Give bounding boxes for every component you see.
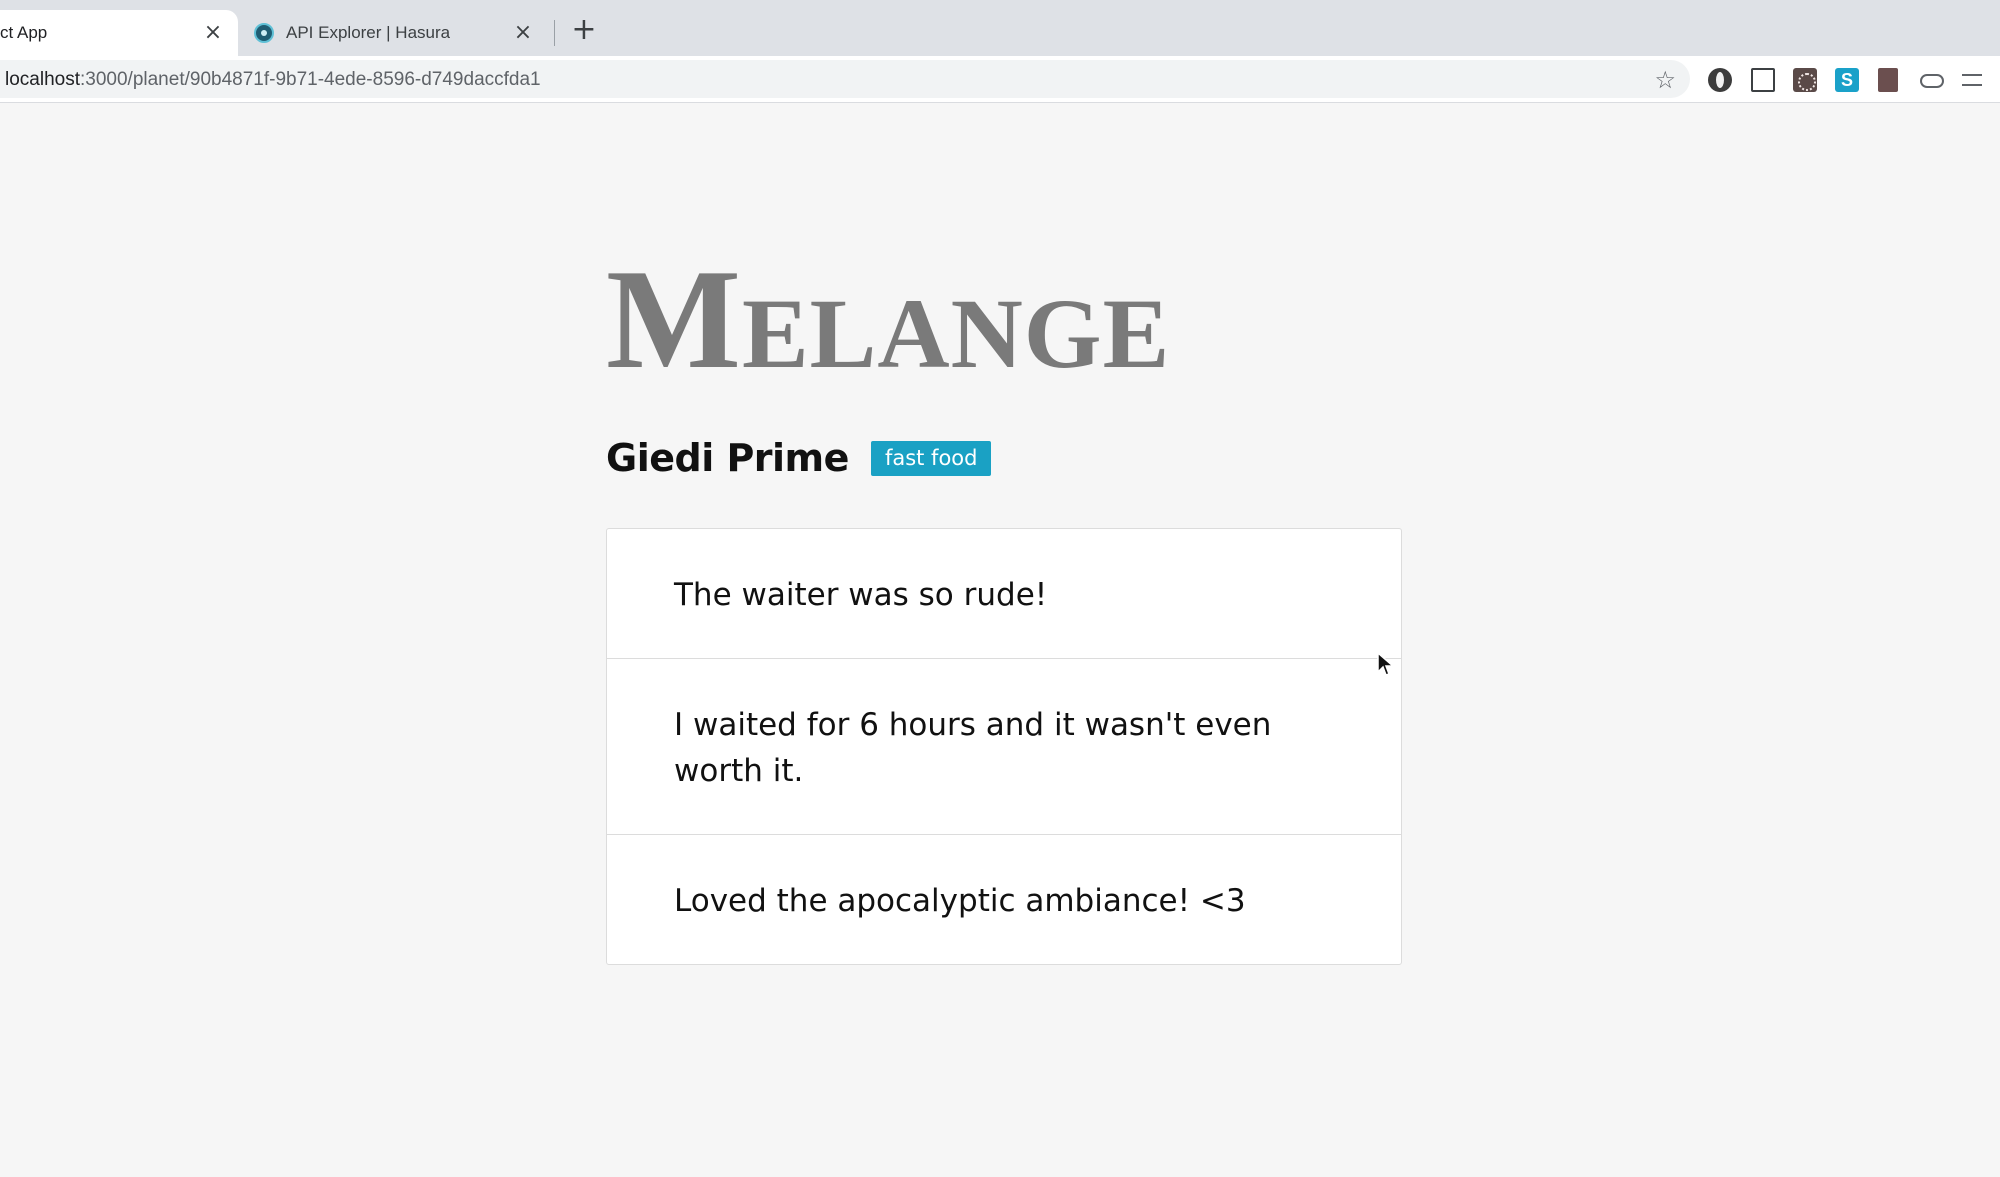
review-item: The waiter was so rude! bbox=[607, 529, 1401, 659]
review-item: I waited for 6 hours and it wasn't even … bbox=[607, 659, 1401, 835]
address-bar[interactable]: localhost:3000/planet/90b4871f-9b71-4ede… bbox=[0, 60, 1690, 98]
skype-icon[interactable]: S bbox=[1835, 68, 1859, 92]
extension-1-icon[interactable] bbox=[1708, 68, 1732, 92]
mouse-cursor-icon bbox=[1377, 651, 1397, 678]
cuisine-tag: fast food bbox=[870, 440, 992, 476]
url-path: :3000/planet/90b4871f-9b71-4ede-8596-d74… bbox=[80, 69, 541, 90]
extension-3-icon[interactable] bbox=[1793, 68, 1817, 92]
planet-name: Giedi Prime bbox=[606, 436, 849, 480]
browser-toolbar: localhost:3000/planet/90b4871f-9b71-4ede… bbox=[0, 56, 2000, 103]
tab-react-app[interactable]: ct App × bbox=[0, 10, 238, 56]
url-host: localhost bbox=[5, 69, 80, 90]
tab-separator bbox=[554, 20, 555, 46]
tab-title: ct App bbox=[0, 23, 48, 42]
close-icon[interactable]: × bbox=[512, 22, 534, 44]
screenshot-icon[interactable] bbox=[1751, 68, 1775, 92]
plus-icon[interactable]: + bbox=[570, 15, 598, 45]
tab-api-explorer[interactable]: API Explorer | Hasura × bbox=[248, 10, 548, 56]
bookmark-book-icon[interactable] bbox=[1878, 68, 1898, 92]
cloud-icon[interactable] bbox=[1920, 74, 1944, 88]
star-icon[interactable]: ☆ bbox=[1654, 66, 1676, 94]
reading-list-icon[interactable] bbox=[1962, 74, 1982, 86]
hasura-icon bbox=[254, 23, 274, 43]
app-logo: Melange bbox=[606, 240, 1171, 398]
planet-header: Giedi Prime fast food bbox=[606, 436, 992, 480]
url-text[interactable]: localhost:3000/planet/90b4871f-9b71-4ede… bbox=[5, 69, 541, 91]
close-icon[interactable]: × bbox=[202, 22, 224, 44]
review-item: Loved the apocalyptic ambiance! <3 bbox=[674, 883, 1246, 919]
review-list: The waiter was so rude! I waited for 6 h… bbox=[606, 528, 1402, 965]
browser-tab-strip: ct App × API Explorer | Hasura × + bbox=[0, 0, 2000, 56]
tab-title: API Explorer | Hasura bbox=[286, 23, 451, 42]
